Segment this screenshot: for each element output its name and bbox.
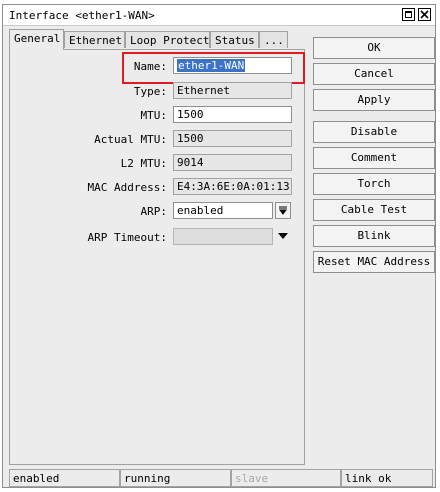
arp-dropdown-icon[interactable] xyxy=(275,202,291,219)
mac-address-label: MAC Address: xyxy=(87,181,167,194)
type-label: Type: xyxy=(133,85,167,98)
mac-address-field: E4:3A:6E:0A:01:13 xyxy=(173,178,292,195)
arp-timeout-label: ARP Timeout: xyxy=(87,231,167,244)
tab-loop-protect[interactable]: Loop Protect xyxy=(125,31,210,48)
blink-button[interactable]: Blink xyxy=(313,225,435,247)
reset-mac-address-button[interactable]: Reset MAC Address xyxy=(313,251,435,273)
title-bar[interactable]: Interface <ether1-WAN> xyxy=(3,5,435,26)
arp-timeout-input[interactable] xyxy=(173,228,273,245)
close-icon[interactable] xyxy=(418,8,431,21)
tab-general[interactable]: General xyxy=(9,29,64,50)
cable-test-button[interactable]: Cable Test xyxy=(313,199,435,221)
window-title: Interface <ether1-WAN> xyxy=(9,9,155,22)
status-slave: slave xyxy=(231,469,341,487)
tab-status[interactable]: Status xyxy=(210,31,259,48)
mtu-label: MTU: xyxy=(140,109,168,122)
ok-button[interactable]: OK xyxy=(313,37,435,59)
l2-mtu-label: L2 MTU: xyxy=(120,157,167,170)
mtu-input[interactable]: 1500 xyxy=(173,106,292,123)
cancel-button[interactable]: Cancel xyxy=(313,63,435,85)
type-field: Ethernet xyxy=(173,82,292,99)
status-running: running xyxy=(120,469,231,487)
maximize-icon[interactable] xyxy=(402,8,415,21)
apply-button[interactable]: Apply xyxy=(313,89,435,111)
arp-timeout-dropdown-icon[interactable] xyxy=(278,233,288,239)
l2-mtu-field: 9014 xyxy=(173,154,292,171)
disable-button[interactable]: Disable xyxy=(313,121,435,143)
tab-ethernet[interactable]: Ethernet xyxy=(64,31,125,48)
torch-button[interactable]: Torch xyxy=(313,173,435,195)
status-bar: enabled running slave link ok xyxy=(9,469,433,487)
actual-mtu-label: Actual MTU: xyxy=(94,133,167,146)
actual-mtu-field: 1500 xyxy=(173,130,292,147)
arp-select[interactable]: enabled xyxy=(173,202,273,219)
status-enabled: enabled xyxy=(9,469,120,487)
comment-button[interactable]: Comment xyxy=(313,147,435,169)
interface-window: Interface <ether1-WAN> General Ethernet … xyxy=(2,4,436,488)
status-link: link ok xyxy=(341,469,433,487)
name-highlight-box xyxy=(122,52,305,84)
tab-more[interactable]: ... xyxy=(259,31,288,48)
arp-label: ARP: xyxy=(140,205,168,218)
